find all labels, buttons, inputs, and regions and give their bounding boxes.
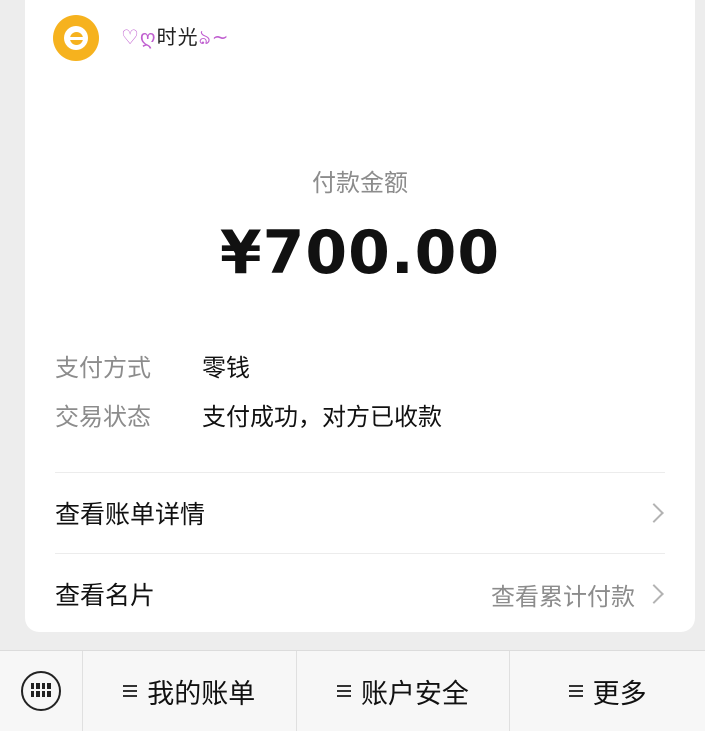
- transaction-status-row: 交易状态 支付成功，对方已收款: [55, 402, 442, 432]
- menu-item-account-security[interactable]: 账户安全: [297, 651, 511, 731]
- menu-item-more[interactable]: 更多: [510, 651, 705, 731]
- menu-lines-icon: [336, 685, 351, 697]
- payment-detail-card: ♡ღ时光ঌ~ 付款金额 ¥700.00 支付方式 零钱 交易状态 支付成功，对方…: [25, 0, 695, 632]
- menu-lines-icon: [123, 685, 138, 697]
- payment-method-key: 支付方式: [55, 354, 151, 382]
- payment-amount: ¥700.00: [219, 218, 501, 288]
- business-card-label: 查看名片: [55, 581, 156, 610]
- bill-details-label: 查看账单详情: [55, 500, 206, 529]
- merchant-name-text: 时光: [156, 24, 199, 49]
- chevron-right-icon: [644, 503, 664, 523]
- merchant-name: ♡ღ时光ঌ~: [121, 21, 229, 56]
- menu-item-my-bills[interactable]: 我的账单: [83, 651, 297, 731]
- keyboard-icon: [20, 671, 61, 711]
- cumulative-payment-link[interactable]: 查看累计付款: [491, 577, 635, 612]
- business-card-link[interactable]: 查看名片 查看累计付款: [55, 554, 667, 634]
- keyboard-toggle-button[interactable]: [0, 651, 83, 731]
- merchant-deco-left: ♡ღ: [121, 24, 157, 49]
- chevron-right-icon: [644, 584, 664, 604]
- menu-item-label: 账户安全: [360, 678, 469, 710]
- merchant-deco-right: ঌ~: [198, 24, 230, 49]
- menu-item-label: 更多: [592, 678, 647, 710]
- merchant-logo-icon: [53, 15, 99, 61]
- merchant-header[interactable]: ♡ღ时光ঌ~: [53, 14, 229, 62]
- payment-method-row: 支付方式 零钱: [55, 353, 250, 383]
- transaction-status-value: 支付成功，对方已收款: [202, 403, 442, 431]
- menu-item-label: 我的账单: [147, 678, 256, 710]
- payment-method-value: 零钱: [202, 354, 250, 382]
- transaction-status-key: 交易状态: [55, 403, 151, 431]
- menu-lines-icon: [568, 685, 583, 697]
- bill-details-link[interactable]: 查看账单详情: [55, 473, 667, 553]
- amount-label: 付款金额: [312, 169, 408, 197]
- bottom-menu-bar: 我的账单 账户安全 更多: [0, 650, 705, 731]
